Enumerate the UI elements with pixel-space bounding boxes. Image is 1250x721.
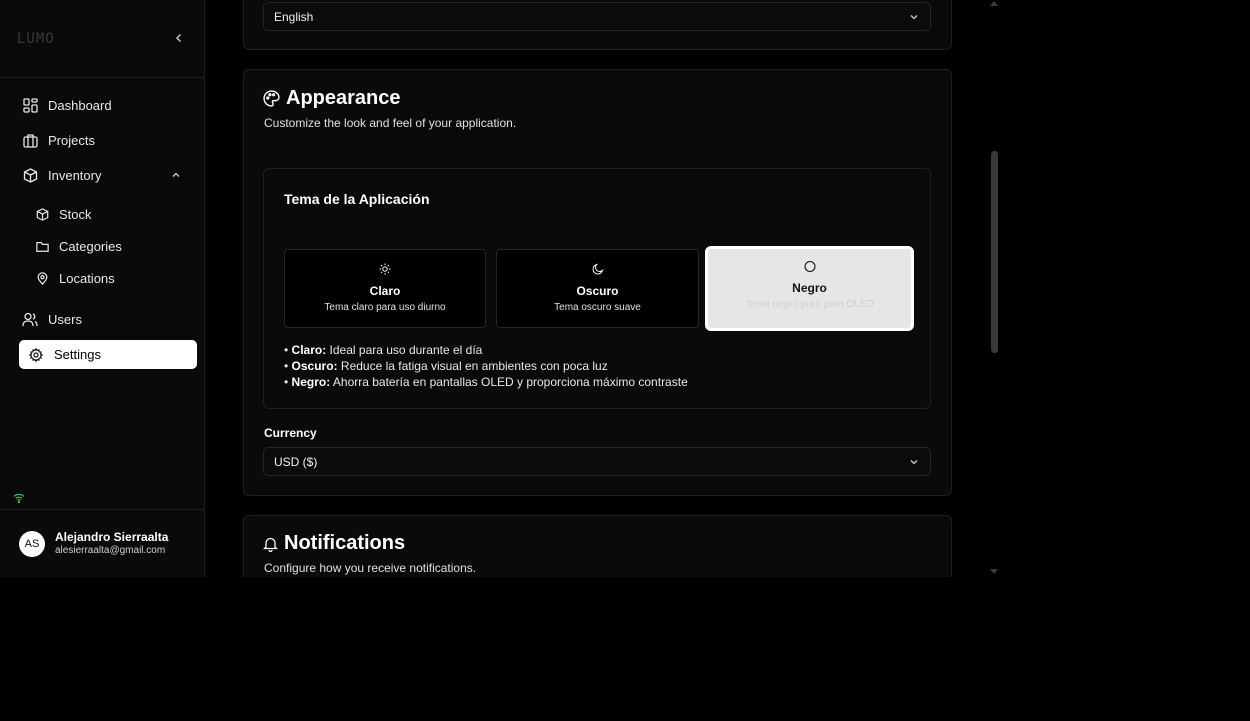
sidebar-item-label: Categories bbox=[59, 239, 122, 254]
theme-notes: • Claro: Ideal para uso durante el día •… bbox=[284, 342, 688, 390]
sidebar-item-users[interactable]: Users bbox=[19, 305, 197, 334]
bell-icon bbox=[263, 536, 278, 552]
user-profile[interactable]: AS Alejandro Sierraalta alesierraalta@gm… bbox=[19, 530, 168, 557]
currency-select-value: USD ($) bbox=[274, 454, 318, 469]
appearance-description: Customize the look and feel of your appl… bbox=[264, 116, 517, 130]
chevron-left-icon bbox=[176, 34, 181, 42]
theme-note: • Negro: Ahorra batería en pantallas OLE… bbox=[284, 375, 688, 389]
sidebar-item-label: Stock bbox=[59, 207, 92, 222]
chevron-up-icon bbox=[172, 172, 180, 177]
language-select[interactable]: English bbox=[263, 2, 931, 31]
chevron-down-icon bbox=[910, 460, 918, 465]
user-name: Alejandro Sierraalta bbox=[55, 530, 169, 544]
theme-description: Tema negro puro para OLED bbox=[745, 299, 874, 310]
sidebar-divider bbox=[0, 509, 205, 510]
theme-description: Tema claro para uso diurno bbox=[324, 302, 446, 313]
sidebar-item-locations[interactable]: Locations bbox=[33, 264, 197, 293]
sidebar-item-label: Users bbox=[48, 312, 82, 327]
sidebar-item-dashboard[interactable]: Dashboard bbox=[19, 91, 197, 120]
theme-note: • Oscuro: Reduce la fatiga visual en amb… bbox=[284, 359, 608, 373]
sidebar-item-projects[interactable]: Projects bbox=[19, 126, 197, 155]
wifi-icon bbox=[13, 490, 25, 508]
currency-label: Currency bbox=[264, 426, 317, 440]
notifications-title: Notifications bbox=[263, 532, 405, 555]
appearance-title-text: Appearance bbox=[286, 87, 401, 109]
theme-name: Claro bbox=[369, 284, 401, 298]
user-info: Alejandro Sierraalta alesierraalta@gmail… bbox=[55, 530, 168, 557]
briefcase-icon bbox=[22, 133, 38, 149]
theme-note: • Claro: Ideal para uso durante el día bbox=[284, 343, 483, 357]
sidebar-item-label: Inventory bbox=[48, 168, 102, 183]
box-icon bbox=[35, 208, 49, 222]
theme-description: Tema oscuro suave bbox=[554, 302, 641, 313]
chevron-down-icon bbox=[910, 15, 918, 20]
avatar: AS bbox=[19, 530, 45, 557]
app-viewport: LUMO Dashboard Projects Inventory Stock … bbox=[0, 0, 1250, 577]
notifications-description: Configure how you receive notifications. bbox=[264, 561, 477, 575]
sun-icon bbox=[379, 263, 391, 275]
scroll-down-arrow[interactable] bbox=[990, 569, 998, 574]
users-icon bbox=[22, 312, 38, 328]
sidebar-divider bbox=[0, 77, 205, 78]
language-select-value: English bbox=[274, 9, 314, 24]
collapse-sidebar-button[interactable] bbox=[170, 29, 188, 47]
sidebar-item-settings[interactable]: Settings bbox=[19, 340, 197, 369]
moon-icon bbox=[592, 263, 604, 275]
theme-option-oscuro[interactable]: Oscuro Tema oscuro suave bbox=[496, 249, 699, 328]
appearance-title: Appearance bbox=[263, 87, 401, 110]
app-logo: LUMO bbox=[17, 31, 55, 47]
theme-name: Negro bbox=[792, 281, 827, 295]
user-email: alesierraalta@gmail.com bbox=[55, 545, 166, 556]
sidebar-item-label: Dashboard bbox=[48, 98, 112, 113]
palette-icon bbox=[263, 90, 280, 107]
folder-icon bbox=[35, 240, 49, 254]
scrollbar-thumb[interactable] bbox=[991, 151, 998, 353]
theme-option-claro[interactable]: Claro Tema claro para uso diurno bbox=[284, 249, 486, 328]
sidebar-item-label: Locations bbox=[59, 271, 115, 286]
dashboard-icon bbox=[22, 98, 38, 114]
sidebar-item-label: Settings bbox=[54, 347, 101, 362]
sidebar-item-categories[interactable]: Categories bbox=[33, 232, 197, 261]
notifications-title-text: Notifications bbox=[284, 532, 406, 554]
theme-name: Oscuro bbox=[576, 284, 619, 298]
scroll-up-arrow[interactable] bbox=[990, 1, 998, 6]
gear-icon bbox=[28, 347, 44, 363]
map-pin-icon bbox=[35, 272, 49, 286]
currency-select[interactable]: USD ($) bbox=[263, 447, 931, 476]
package-icon bbox=[22, 168, 38, 184]
sidebar: LUMO Dashboard Projects Inventory Stock … bbox=[0, 0, 205, 577]
theme-option-negro[interactable]: Negro Tema negro puro para OLED bbox=[705, 246, 914, 331]
circle-icon bbox=[803, 260, 816, 273]
sidebar-item-label: Projects bbox=[48, 133, 95, 148]
sidebar-item-stock[interactable]: Stock bbox=[33, 200, 197, 229]
sidebar-item-inventory[interactable]: Inventory bbox=[19, 161, 197, 190]
theme-panel-title: Tema de la Aplicación bbox=[284, 191, 430, 207]
